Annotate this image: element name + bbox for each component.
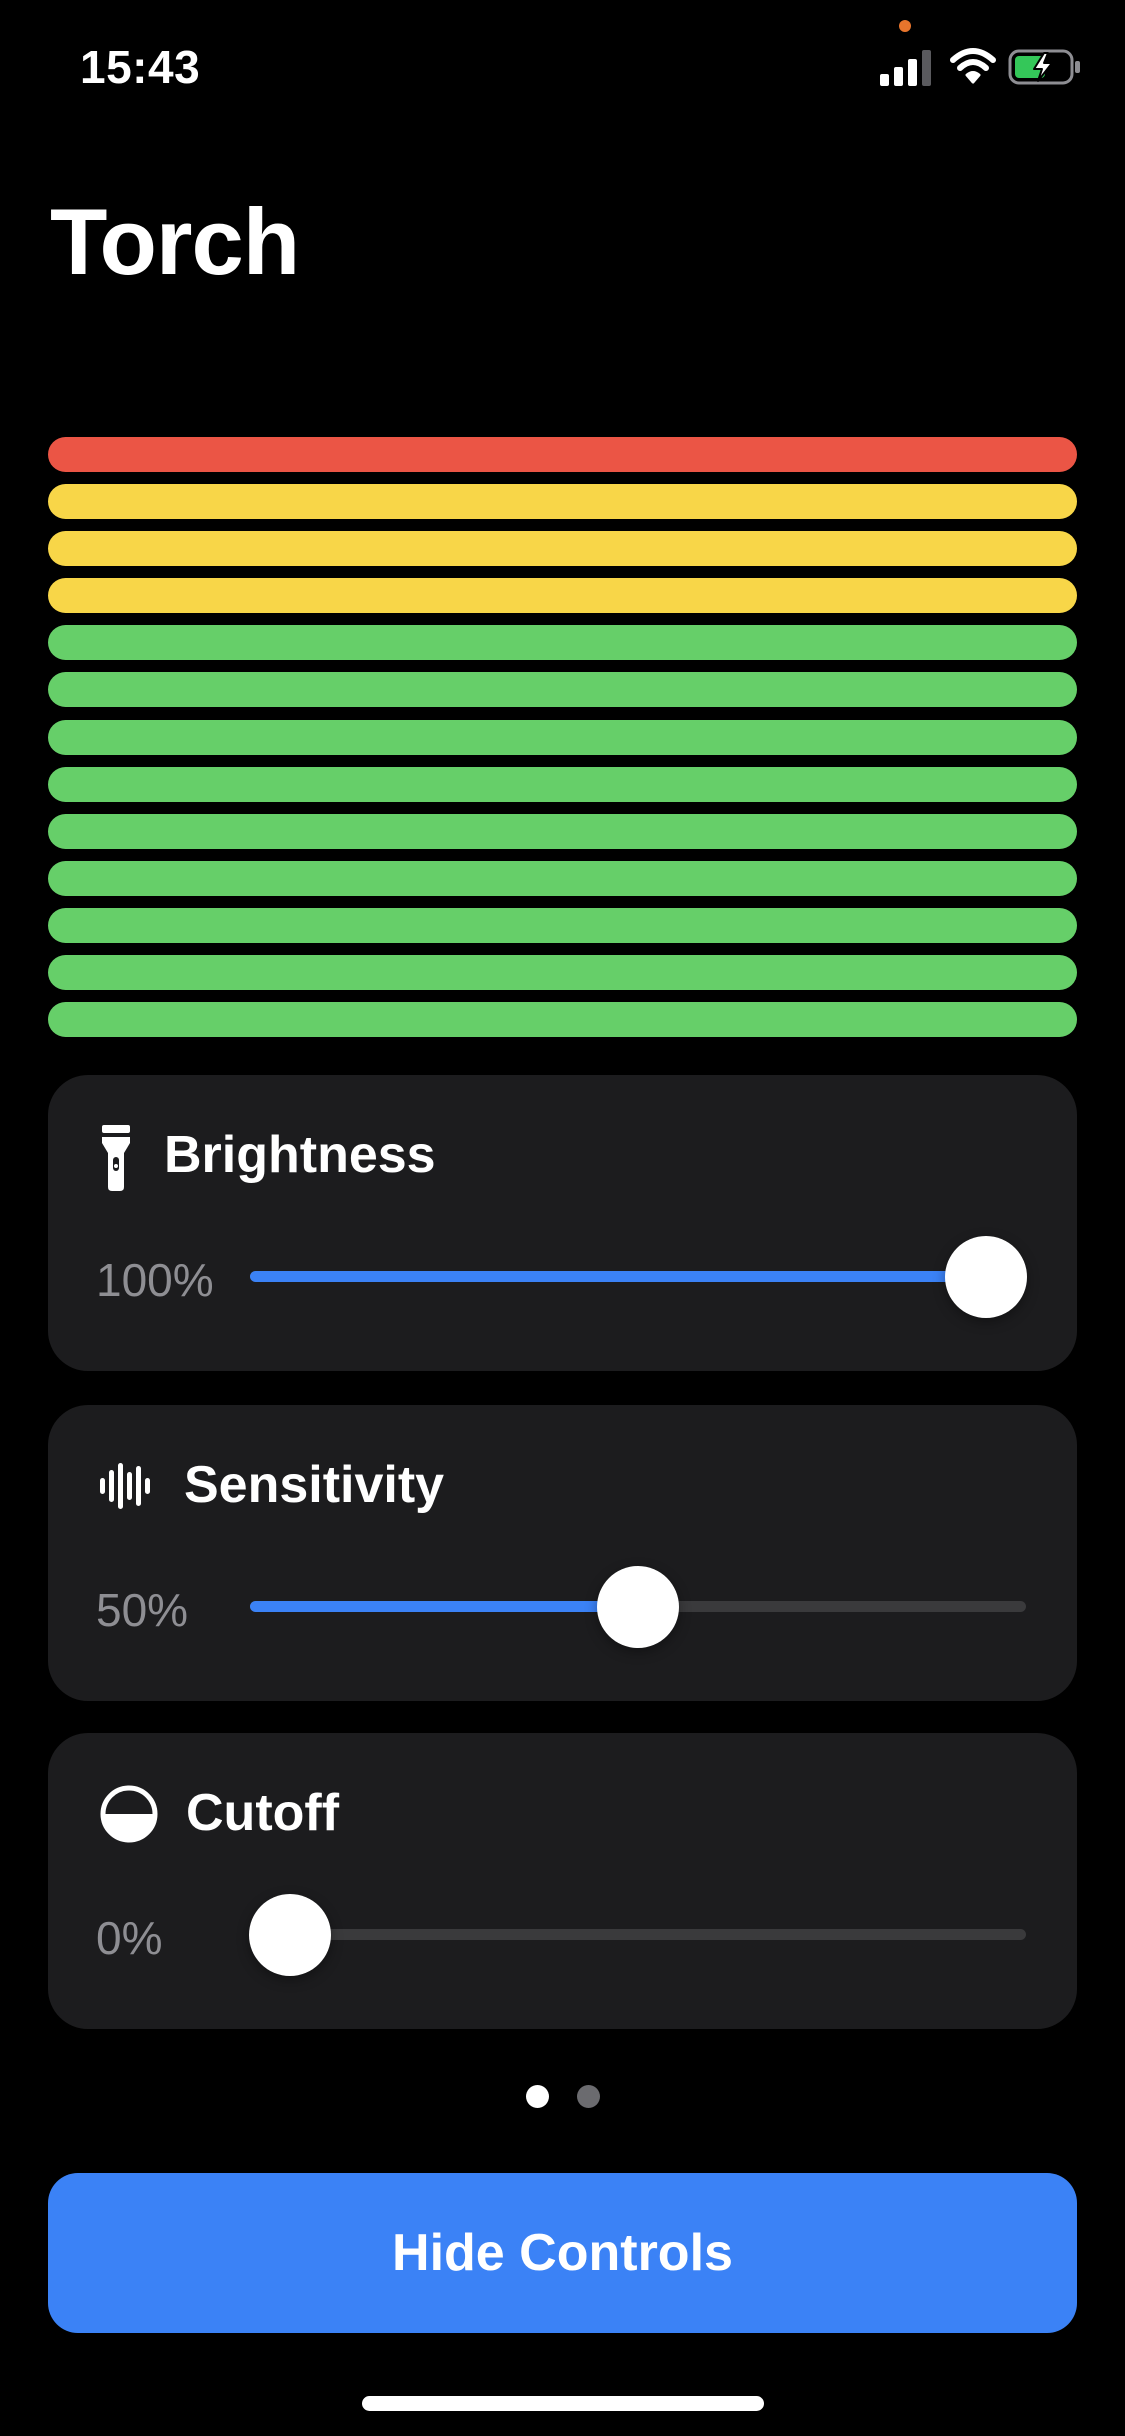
status-time: 15:43 <box>80 41 201 93</box>
brightness-card: Brightness 100% <box>48 1075 1077 1371</box>
level-bar-green <box>48 813 1077 849</box>
level-bar-yellow <box>48 578 1077 614</box>
cutoff-value: 0% <box>96 1912 163 1964</box>
battery-charging-icon <box>1008 49 1080 85</box>
waveform-icon <box>100 1463 150 1509</box>
privacy-indicator-dot <box>899 20 911 32</box>
slider-thumb[interactable] <box>249 1894 331 1976</box>
level-bar-green <box>48 719 1077 755</box>
brightness-value: 100% <box>96 1254 214 1306</box>
level-bar-green <box>48 766 1077 802</box>
sensitivity-value: 50% <box>96 1584 189 1636</box>
flashlight-icon <box>102 1125 130 1191</box>
level-bar-yellow <box>48 531 1077 567</box>
page-title: Torch <box>50 189 300 294</box>
level-bar-green <box>48 625 1077 661</box>
page-dot[interactable] <box>525 2085 549 2108</box>
page-indicator[interactable] <box>0 2085 1125 2108</box>
hide-controls-button[interactable]: Hide Controls <box>48 2173 1077 2333</box>
brightness-slider[interactable] <box>250 1236 1027 1318</box>
level-bar-yellow <box>48 484 1077 520</box>
cutoff-slider[interactable] <box>249 1894 1026 1976</box>
wifi-icon <box>950 48 996 84</box>
half-circle-icon <box>100 1785 158 1843</box>
sensitivity-slider[interactable] <box>250 1566 1026 1648</box>
level-bar-green <box>48 860 1077 896</box>
cutoff-label: Cutoff <box>186 1784 340 1842</box>
cutoff-card: Cutoff 0% <box>48 1733 1077 2029</box>
level-bar-red <box>48 437 1077 472</box>
slider-thumb[interactable] <box>597 1566 679 1648</box>
home-indicator[interactable] <box>362 2396 764 2411</box>
cellular-signal-icon <box>880 50 931 86</box>
level-meter <box>48 437 1077 1049</box>
slider-thumb[interactable] <box>945 1236 1027 1318</box>
brightness-label: Brightness <box>164 1126 436 1184</box>
slider-fill <box>250 1601 638 1612</box>
level-bar-green <box>48 955 1077 991</box>
page-dot[interactable] <box>576 2085 600 2108</box>
level-bar-green <box>48 1002 1077 1038</box>
level-bar-green <box>48 672 1077 708</box>
status-bar: 15:43 <box>0 0 1125 130</box>
slider-fill <box>250 1271 986 1282</box>
sensitivity-label: Sensitivity <box>184 1456 445 1514</box>
level-bar-green <box>48 907 1077 943</box>
sensitivity-card: Sensitivity 50% <box>48 1405 1077 1701</box>
